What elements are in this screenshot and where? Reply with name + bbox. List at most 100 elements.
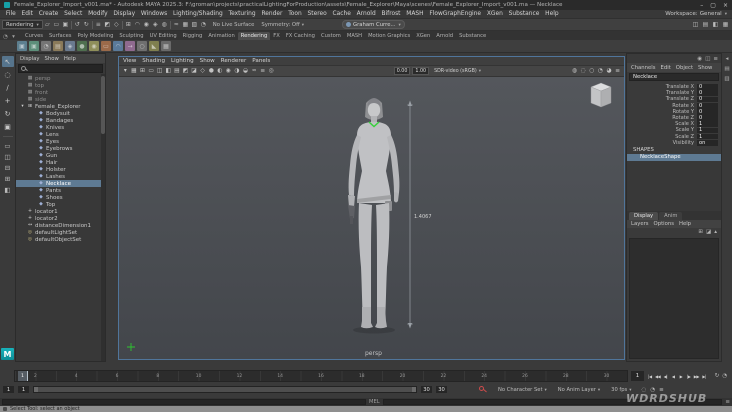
object-name-field[interactable]: Necklace [629,73,719,81]
menu-item[interactable]: Help [542,11,561,17]
current-time-field[interactable]: 1 [630,370,645,382]
status-icon[interactable]: ▭ [52,20,61,30]
account-button[interactable]: Graham Curre... [342,20,405,29]
outliner-menu-item[interactable]: Show [45,56,59,62]
viewport-toolbar-icon[interactable]: ◑ [233,68,242,74]
status-icon[interactable]: ≡ [94,20,103,30]
animation-end-field[interactable]: 30 [435,385,448,394]
maximize-button[interactable]: ▢ [710,2,716,9]
transport-button[interactable]: ▶▶ [693,371,701,382]
outliner-item[interactable]: ▦ side [16,96,105,103]
viewport-toolbar-icon[interactable]: ◔ [596,68,605,74]
symmetry-selector[interactable]: Symmetry: Off [261,22,304,28]
viewport-toolbar-icon[interactable]: ◌ [579,68,588,74]
outliner-item[interactable]: ▦ top [16,82,105,89]
viewport-toolbar-icon[interactable]: ▤ [173,68,182,74]
viewport-toolbar-icon[interactable]: ▭ [147,68,156,74]
menu-item[interactable]: Modify [85,11,110,17]
shelf-icon[interactable]: ▣ [17,41,27,51]
shelf-icon[interactable]: ▣ [29,41,39,51]
shelf-tab[interactable]: Surfaces [46,32,74,40]
viewport-toolbar-icon[interactable]: ◒ [241,68,250,74]
tool-button[interactable]: ∕ [2,82,14,93]
tool-button[interactable]: ◌ [2,69,14,80]
shelf-tab[interactable]: Arnold [433,32,456,40]
attribute-value-field[interactable]: 1 [697,127,718,133]
shelf-icon[interactable]: ◔ [41,41,51,51]
outliner-item[interactable]: ▾ ⊞ Female_Explorer [16,103,105,110]
status-icon[interactable]: ◉ [142,20,151,30]
layout-button[interactable]: ⊞ [2,174,14,183]
outliner-item[interactable]: ◎ defaultObjectSet [16,236,105,243]
shelf-tab[interactable]: UV Editing [147,32,180,40]
viewport-menu-item[interactable]: Shading [142,58,165,64]
transport-button[interactable]: ◀| [662,371,670,382]
transport-button[interactable]: |▶ [685,371,693,382]
outliner-item[interactable]: ◆ Pants [16,187,105,194]
current-time-indicator[interactable]: 1 [18,371,28,381]
layer-editor-menu-item[interactable]: Help [679,221,691,227]
viewport-toolbar-icon[interactable]: ○ [588,68,597,74]
shelf-icon[interactable]: ▭ [101,41,111,51]
range-slider[interactable] [32,385,418,394]
menu-item[interactable]: Substance [506,11,543,17]
outliner-item[interactable]: ◆ Necklace [16,180,105,187]
layer-list[interactable] [629,237,719,359]
transport-button[interactable]: ▶ [677,371,685,382]
status-icon[interactable]: ◇ [112,20,121,30]
shelf-icon[interactable]: ▤ [53,41,63,51]
sidebar-strip-icon[interactable]: ▥ [724,76,729,82]
menu-item[interactable]: Edit [19,11,36,17]
outliner-item[interactable]: ◆ Holster [16,166,105,173]
command-language-toggle[interactable]: MEL [369,399,380,405]
shelf-tab[interactable]: FX Caching [283,32,318,40]
viewport-toolbar-icon[interactable]: ◪ [190,68,199,74]
outliner-item[interactable]: ◆ Top [16,201,105,208]
menuset-selector[interactable]: Rendering [2,20,43,29]
outliner-item[interactable]: ◆ Eyebrows [16,145,105,152]
sidebar-strip-icon[interactable]: ◂ [726,56,729,62]
menu-item[interactable]: MASH [403,11,426,17]
layout-button[interactable]: ◫ [2,152,14,161]
status-icon[interactable]: ↻ [82,20,91,30]
viewport-toolbar-icon[interactable]: ◩ [181,68,190,74]
shelf-tab[interactable]: Substance [456,32,489,40]
outliner-search-input[interactable] [29,64,100,73]
outliner-item[interactable]: ▦ persp [16,75,105,82]
status-icon[interactable]: ◠ [133,20,142,30]
viewport-toolbar-icon[interactable]: ≡ [259,68,268,74]
viewport-toolbar-icon[interactable]: ◎ [267,68,276,74]
channel-box-menu-item[interactable]: Show [698,65,712,71]
time-slider[interactable]: 2 4 6 8 10 12 14 16 18 20 22 24 26 28 30 1 [14,370,628,382]
status-icon[interactable]: ◩ [103,20,112,30]
outliner-item[interactable]: ▦ front [16,89,105,96]
script-editor-icon[interactable]: ≡ [725,399,730,405]
anim-layer-selector[interactable]: No Anim Layer [558,387,600,393]
outliner-item[interactable]: ◆ Lashes [16,173,105,180]
playback-option-icon[interactable]: ◔ [722,373,727,379]
viewport-toolbar-icon[interactable]: ⊞ [138,68,147,74]
status-icon[interactable]: ◍ [160,20,169,30]
viewport-menu-item[interactable]: Lighting [171,58,194,64]
shelf-tab[interactable]: Rendering [237,32,271,40]
layout-button[interactable]: ⊟ [2,163,14,172]
menu-item[interactable]: Select [61,11,85,17]
layer-editor-icon[interactable]: ◪ [706,229,711,235]
menu-item[interactable]: Stereo [305,11,330,17]
viewport-toolbar-icon[interactable]: ◫ [155,68,164,74]
shelf-icon[interactable]: ◈ [65,41,75,51]
shelf-tab[interactable]: XGen [413,32,433,40]
character-set-selector[interactable]: No Character Set [498,387,547,393]
viewport-toolbar-icon[interactable]: ≡ [613,68,622,74]
menu-item[interactable]: Windows [138,11,170,17]
close-button[interactable]: × [723,2,728,9]
transport-button[interactable]: ◀ [669,371,677,382]
channel-box-menu-item[interactable]: Channels [631,65,656,71]
shelf-gear-icon[interactable]: ◔ [2,33,9,40]
status-icon[interactable]: ≈ [172,20,181,30]
attribute-value-field[interactable]: 0 [697,115,718,121]
menu-item[interactable]: Lighting/Shading [170,11,226,17]
shelf-icon[interactable]: ◉ [89,41,99,51]
attribute-value-field[interactable]: 1 [697,134,718,140]
layout-button[interactable]: ▭ [2,141,14,150]
